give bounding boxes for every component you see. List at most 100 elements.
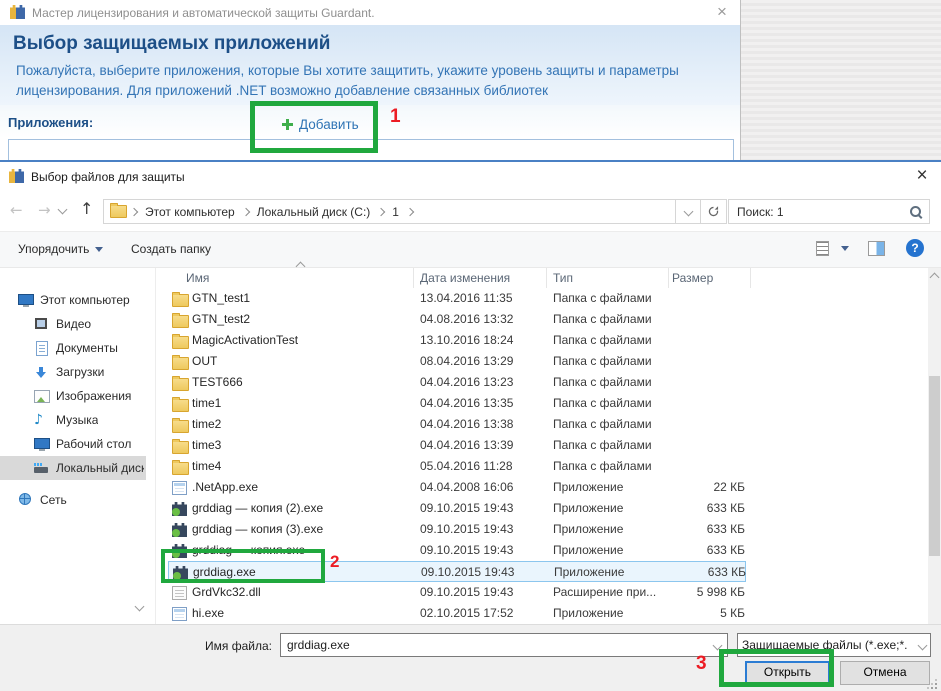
- file-date: 08.04.2016 13:29: [420, 354, 513, 368]
- file-row[interactable]: GrdVkc32.dll 09.10.2015 19:43 Расширение…: [168, 582, 746, 603]
- file-date: 09.10.2015 19:43: [420, 522, 513, 536]
- search-input[interactable]: Поиск: 1: [728, 199, 930, 224]
- view-chevron-icon[interactable]: [841, 246, 849, 251]
- sidebar-item-label: Музыка: [56, 413, 98, 427]
- close-icon[interactable]: ×: [903, 162, 941, 190]
- sidebar-item[interactable]: Сеть: [0, 488, 146, 512]
- file-row[interactable]: time4 05.04.2016 11:28 Папка с файлами: [168, 456, 746, 477]
- view-list-icon[interactable]: [816, 241, 829, 256]
- sidebar-item-label: Документы: [56, 341, 118, 355]
- file-name: GrdVkc32.dll: [192, 585, 261, 599]
- sidebar-item-icon: [34, 436, 50, 452]
- sidebar-item[interactable]: Локальный диск: [0, 456, 146, 480]
- history-chevron-icon[interactable]: [58, 205, 68, 215]
- sidebar-item-icon: [18, 292, 34, 308]
- file-date: 09.10.2015 19:43: [420, 501, 513, 515]
- file-row[interactable]: grddiag — копия.exe 09.10.2015 19:43 При…: [168, 540, 746, 561]
- file-row[interactable]: MagicActivationTest 13.10.2016 18:24 Пап…: [168, 330, 746, 351]
- scroll-up-icon[interactable]: [930, 273, 940, 283]
- column-header-date[interactable]: Дата изменения: [420, 271, 510, 285]
- wizard-page-title: Выбор защищаемых приложений: [13, 33, 330, 55]
- sidebar-item[interactable]: Изображения: [0, 384, 146, 408]
- breadcrumb: Этот компьютер Локальный диск (C:) 1: [127, 205, 417, 219]
- column-header-type[interactable]: Тип: [553, 271, 573, 285]
- file-row[interactable]: hi.exe 02.10.2015 17:52 Приложение 5 КБ: [168, 603, 746, 624]
- filename-input[interactable]: grddiag.exe: [280, 633, 728, 657]
- up-icon[interactable]: ↑: [80, 199, 93, 218]
- sidebar-item-icon: ♪: [34, 412, 50, 428]
- breadcrumb-item[interactable]: Этот компьютер: [141, 205, 239, 219]
- file-type: Папка с файлами: [553, 354, 652, 368]
- file-row[interactable]: grddiag — копия (3).exe 09.10.2015 19:43…: [168, 519, 746, 540]
- address-bar[interactable]: Этот компьютер Локальный диск (C:) 1: [103, 199, 676, 224]
- file-row[interactable]: grddiag — копия (2).exe 09.10.2015 19:43…: [168, 498, 746, 519]
- filetype-select[interactable]: Защищаемые файлы (*.exe;*.: [737, 633, 931, 657]
- file-list: GTN_test1 13.04.2016 11:35 Папка с файла…: [168, 288, 928, 624]
- file-icon: [172, 441, 189, 454]
- organize-button[interactable]: Упорядочить: [18, 242, 103, 256]
- column-header-size[interactable]: Размер: [672, 271, 713, 285]
- organize-label: Упорядочить: [18, 242, 89, 256]
- wizard-title: Мастер лицензирования и автоматической з…: [32, 6, 375, 20]
- sidebar-item-label: Локальный диск: [56, 461, 144, 475]
- file-row[interactable]: GTN_test2 04.08.2016 13:32 Папка с файла…: [168, 309, 746, 330]
- scrollbar-thumb[interactable]: [929, 376, 940, 556]
- file-type: Приложение: [553, 606, 623, 620]
- sidebar-item[interactable]: Рабочий стол: [0, 432, 146, 456]
- file-icon: [172, 502, 187, 516]
- search-value: Поиск: 1: [737, 205, 910, 219]
- file-name: grddiag — копия (2).exe: [192, 501, 323, 515]
- file-name: GTN_test2: [192, 312, 250, 326]
- file-row[interactable]: time1 04.04.2016 13:35 Папка с файлами: [168, 393, 746, 414]
- open-button[interactable]: Открыть: [745, 661, 830, 685]
- file-row[interactable]: grddiag.exe 09.10.2015 19:43 Приложение …: [168, 561, 746, 582]
- file-icon: [172, 481, 187, 495]
- address-dropdown-button[interactable]: [676, 199, 701, 224]
- chevron-down-icon[interactable]: [713, 640, 723, 650]
- file-type: Папка с файлами: [553, 438, 652, 452]
- file-size: 633 КБ: [618, 522, 745, 536]
- preview-pane-icon[interactable]: [868, 241, 885, 256]
- file-row[interactable]: GTN_test1 13.04.2016 11:35 Папка с файла…: [168, 288, 746, 309]
- column-header-name[interactable]: Имя: [186, 271, 209, 285]
- sidebar-divider: [155, 268, 156, 624]
- sidebar-item[interactable]: Загрузки: [0, 360, 146, 384]
- file-icon: [172, 378, 189, 391]
- sidebar-item[interactable]: ♪ Музыка: [0, 408, 146, 432]
- add-button[interactable]: Добавить: [282, 113, 359, 135]
- dialog-titlebar: Выбор файлов для защиты ×: [0, 162, 941, 192]
- new-folder-button[interactable]: Создать папку: [131, 242, 211, 256]
- file-name: TEST666: [192, 375, 243, 389]
- refresh-button[interactable]: [700, 199, 727, 224]
- cancel-button[interactable]: Отмена: [840, 661, 930, 685]
- file-size: 633 КБ: [618, 543, 745, 557]
- annotation-number-2: 2: [330, 552, 339, 572]
- sidebar-item[interactable]: Документы: [0, 336, 146, 360]
- dialog-castle-icon: [9, 169, 24, 183]
- filename-label: Имя файла:: [180, 639, 272, 653]
- forward-icon[interactable]: →: [38, 201, 51, 219]
- sidebar: Этот компьютер Видео Документы Загрузки …: [0, 288, 146, 624]
- sidebar-item-icon: [18, 492, 34, 508]
- breadcrumb-item[interactable]: Локальный диск (C:): [253, 205, 375, 219]
- file-name: MagicActivationTest: [192, 333, 298, 347]
- file-row[interactable]: time2 04.04.2016 13:38 Папка с файлами: [168, 414, 746, 435]
- chevron-down-icon: [918, 640, 928, 650]
- column-divider: [668, 268, 669, 288]
- breadcrumb-item[interactable]: 1: [388, 205, 403, 219]
- list-scrollbar[interactable]: [928, 268, 941, 624]
- sidebar-item[interactable]: Этот компьютер: [0, 288, 146, 312]
- file-name: grddiag.exe: [193, 565, 256, 579]
- help-icon[interactable]: ?: [906, 239, 924, 257]
- file-row[interactable]: OUT 08.04.2016 13:29 Папка с файлами: [168, 351, 746, 372]
- file-icon: [172, 586, 187, 600]
- file-row[interactable]: .NetApp.exe 04.04.2008 16:06 Приложение …: [168, 477, 746, 498]
- resize-grip[interactable]: [927, 679, 937, 689]
- file-row[interactable]: TEST666 04.04.2016 13:23 Папка с файлами: [168, 372, 746, 393]
- file-size: 633 КБ: [618, 501, 745, 515]
- file-row[interactable]: time3 04.04.2016 13:39 Папка с файлами: [168, 435, 746, 456]
- sidebar-item[interactable]: Видео: [0, 312, 146, 336]
- back-icon[interactable]: ←: [10, 201, 23, 219]
- new-folder-label: Создать папку: [131, 242, 211, 256]
- close-icon[interactable]: ×: [710, 1, 734, 23]
